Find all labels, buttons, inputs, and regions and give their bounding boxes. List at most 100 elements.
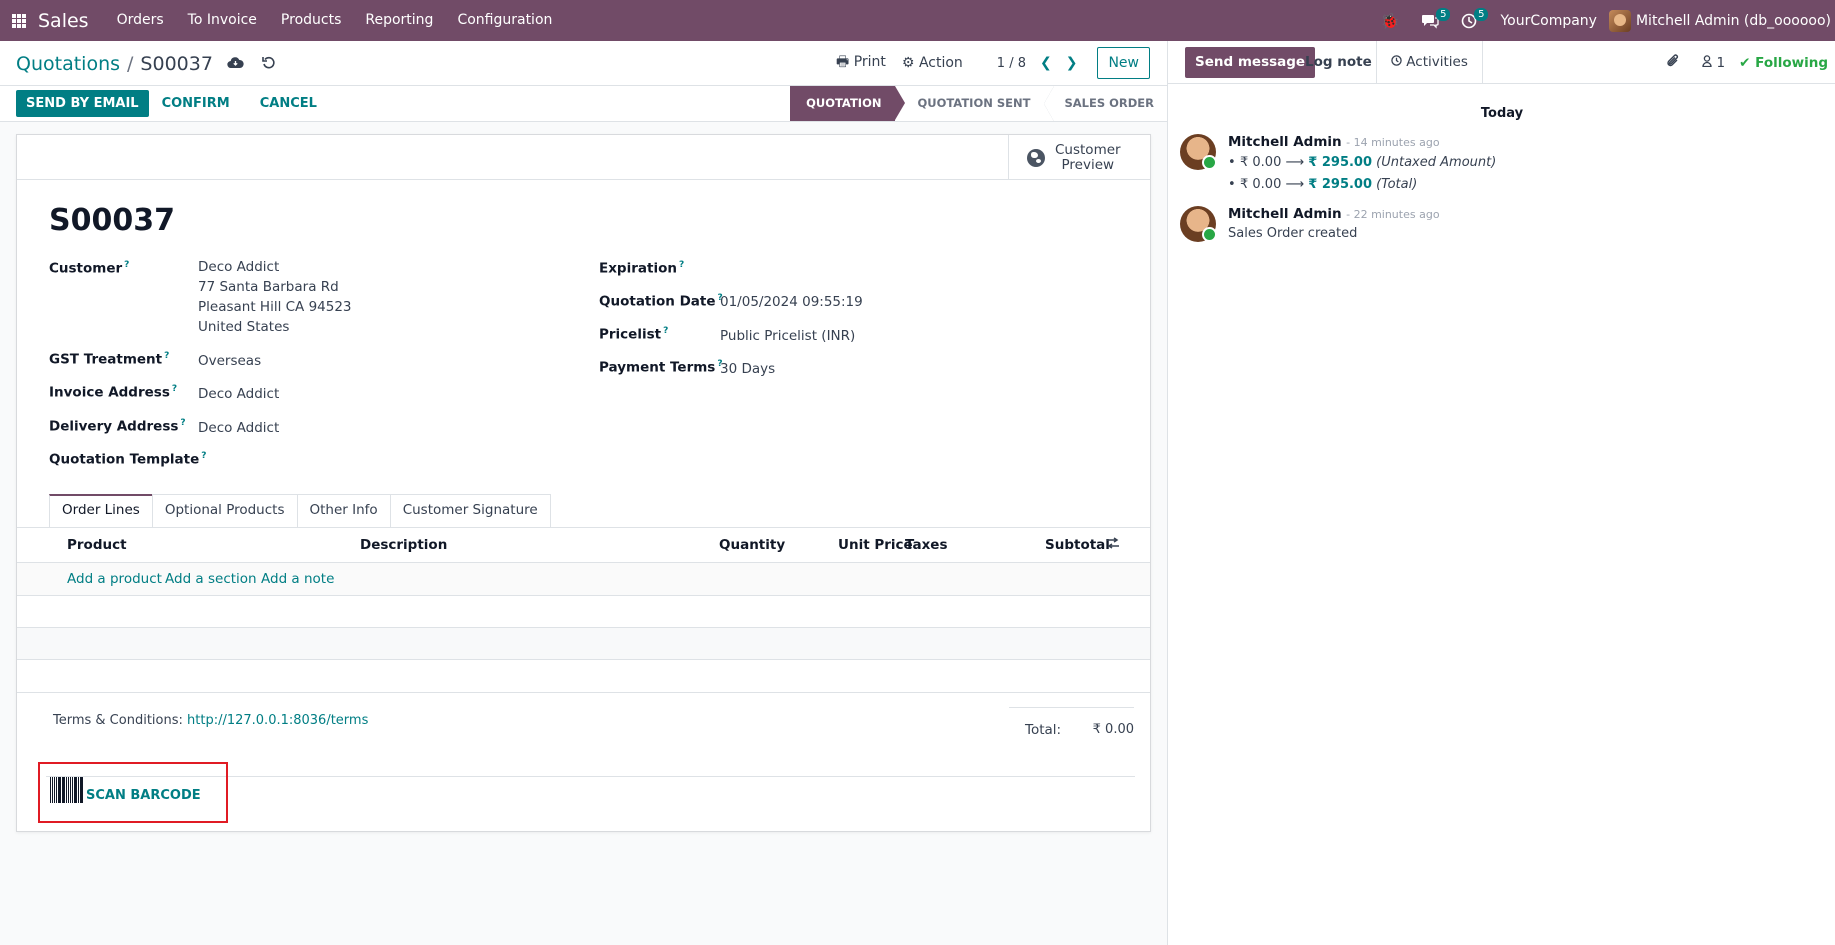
delivery-address-field[interactable]: Deco Addict	[198, 418, 279, 438]
breadcrumb: Quotations / S00037	[16, 53, 275, 75]
notebook-tabs: Order Lines Optional Products Other Info…	[49, 494, 551, 527]
send-message-button[interactable]: Send message	[1185, 47, 1316, 78]
activities-count-badge: 5	[1474, 8, 1489, 21]
scan-barcode-button[interactable]: SCAN BARCODE	[50, 777, 201, 803]
messages-icon[interactable]: 5	[1410, 0, 1451, 41]
tab-customer-signature[interactable]: Customer Signature	[389, 494, 551, 527]
cancel-button[interactable]: CANCEL	[260, 96, 317, 111]
scan-barcode-highlight: SCAN BARCODE	[38, 762, 228, 823]
activities-clock-icon[interactable]: 5	[1450, 0, 1489, 41]
gear-icon: ⚙	[901, 55, 915, 71]
customer-field[interactable]: Deco Addict 77 Santa Barbara Rd Pleasant…	[198, 257, 352, 337]
gst-treatment-label: GST Treatment?	[49, 351, 170, 368]
log-note-button[interactable]: Log note	[1305, 47, 1372, 78]
pager-previous-icon[interactable]: ❮	[1040, 55, 1052, 71]
message-time: - 22 minutes ago	[1346, 208, 1440, 221]
company-switcher[interactable]: YourCompany	[1488, 13, 1609, 29]
arrow-right-icon: ⟶	[1285, 177, 1305, 192]
save-cloud-icon[interactable]	[227, 55, 244, 73]
menu-orders[interactable]: Orders	[105, 0, 176, 41]
user-avatar	[1608, 9, 1631, 32]
add-section-link[interactable]: Add a section	[165, 571, 257, 587]
author-avatar[interactable]	[1180, 206, 1217, 242]
confirm-button[interactable]: CONFIRM	[162, 96, 230, 111]
quotation-date-label: Quotation Date?	[599, 293, 723, 310]
column-unit-price[interactable]: Unit Price	[838, 537, 913, 553]
followers-button[interactable]: 1	[1702, 55, 1725, 71]
expiration-field[interactable]	[720, 257, 1020, 277]
send-by-email-button[interactable]: SEND BY EMAIL	[16, 90, 149, 117]
terms-and-conditions: Terms & Conditions: http://127.0.0.1:803…	[53, 713, 369, 728]
button-box: Customer Preview	[17, 135, 1150, 180]
apps-grid-icon[interactable]	[12, 13, 26, 28]
quotation-template-field[interactable]	[198, 451, 498, 471]
customer-preview-button[interactable]: Customer Preview	[1008, 135, 1150, 180]
pager-next-icon[interactable]: ❯	[1066, 55, 1078, 71]
tab-optional-products[interactable]: Optional Products	[151, 494, 298, 527]
top-navbar: Sales Orders To Invoice Products Reporti…	[0, 0, 1835, 41]
column-taxes[interactable]: Taxes	[905, 537, 947, 553]
app-name[interactable]: Sales	[38, 10, 89, 32]
paperclip-icon[interactable]	[1666, 53, 1680, 73]
tab-other-info[interactable]: Other Info	[296, 494, 391, 527]
order-lines-header: Product Description Quantity Unit Price …	[17, 528, 1150, 563]
date-separator: Today	[1480, 106, 1524, 121]
chatter-topbar: Send message Log note Activities 1 ✔ Fol…	[1168, 41, 1835, 84]
column-subtotal[interactable]: Subtotal	[1045, 537, 1110, 553]
check-icon: ✔	[1739, 54, 1751, 71]
new-button[interactable]: New	[1097, 47, 1150, 79]
add-note-link[interactable]: Add a note	[261, 571, 334, 587]
activities-button[interactable]: Activities	[1376, 41, 1483, 84]
clock-icon	[1391, 54, 1406, 70]
invoice-address-field[interactable]: Deco Addict	[198, 384, 279, 404]
user-name: Mitchell Admin (db_oooooo)	[1635, 12, 1831, 29]
globe-icon	[1027, 148, 1045, 167]
totals-box: Total: ₹ 0.00	[1009, 707, 1134, 738]
breadcrumb-separator: /	[127, 53, 134, 75]
barcode-icon	[50, 777, 84, 803]
chatter-panel: Send message Log note Activities 1 ✔ Fol…	[1167, 41, 1835, 945]
gst-treatment-field[interactable]: Overseas	[198, 351, 261, 371]
quotation-date-field[interactable]: 01/05/2024 09:55:19	[720, 292, 863, 312]
tab-order-lines[interactable]: Order Lines	[49, 494, 153, 527]
menu-configuration[interactable]: Configuration	[445, 0, 564, 41]
message-author[interactable]: Mitchell Admin	[1228, 134, 1342, 150]
message-author[interactable]: Mitchell Admin	[1228, 206, 1342, 222]
menu-to-invoice[interactable]: To Invoice	[176, 0, 269, 41]
following-button[interactable]: ✔ Following	[1739, 55, 1828, 71]
column-settings-icon[interactable]	[1106, 537, 1120, 553]
discard-undo-icon[interactable]	[262, 55, 275, 73]
delivery-address-label: Delivery Address?	[49, 418, 186, 435]
payment-terms-label: Payment Terms?	[599, 359, 723, 376]
user-menu[interactable]: Mitchell Admin (db_oooooo)	[1608, 9, 1835, 32]
total-value: ₹ 0.00	[1092, 722, 1134, 737]
author-avatar[interactable]	[1180, 134, 1217, 170]
arrow-right-icon: ⟶	[1285, 155, 1305, 170]
pricelist-label: Pricelist?	[599, 326, 669, 343]
stage-sales-order[interactable]: SALES ORDER	[1044, 86, 1167, 121]
empty-row	[17, 628, 1150, 660]
add-product-link[interactable]: Add a product	[67, 571, 162, 587]
form-sheet: Customer Preview S00037 Customer? Deco A…	[16, 134, 1151, 832]
pager-value[interactable]: 1 / 8	[997, 56, 1026, 71]
empty-row	[17, 596, 1150, 628]
action-button[interactable]: ⚙ Action	[902, 55, 963, 71]
stage-quotation-sent[interactable]: QUOTATION SENT	[895, 86, 1045, 121]
tracking-values: ₹ 0.00 ⟶ ₹ 295.00 (Untaxed Amount) ₹ 0.0…	[1228, 152, 1496, 196]
menu-reporting[interactable]: Reporting	[353, 0, 445, 41]
debug-bug-icon[interactable]: 🐞	[1370, 0, 1411, 41]
column-product[interactable]: Product	[67, 537, 127, 553]
menu-products[interactable]: Products	[269, 0, 353, 41]
column-description[interactable]: Description	[360, 537, 447, 553]
terms-link[interactable]: http://127.0.0.1:8036/terms	[187, 713, 368, 728]
column-quantity[interactable]: Quantity	[719, 537, 785, 553]
print-button[interactable]: 🖶 Print	[836, 51, 886, 75]
message-body: Sales Order created	[1228, 226, 1358, 241]
add-line-row: Add a product Add a section Add a note	[17, 563, 1150, 596]
payment-terms-field[interactable]: 30 Days	[720, 359, 775, 379]
user-icon	[1702, 54, 1716, 71]
breadcrumb-quotations[interactable]: Quotations	[16, 53, 120, 75]
pricelist-field[interactable]: Public Pricelist (INR)	[720, 326, 855, 346]
stage-quotation[interactable]: QUOTATION	[790, 86, 906, 121]
tracking-item: ₹ 0.00 ⟶ ₹ 295.00 (Untaxed Amount)	[1228, 152, 1496, 174]
